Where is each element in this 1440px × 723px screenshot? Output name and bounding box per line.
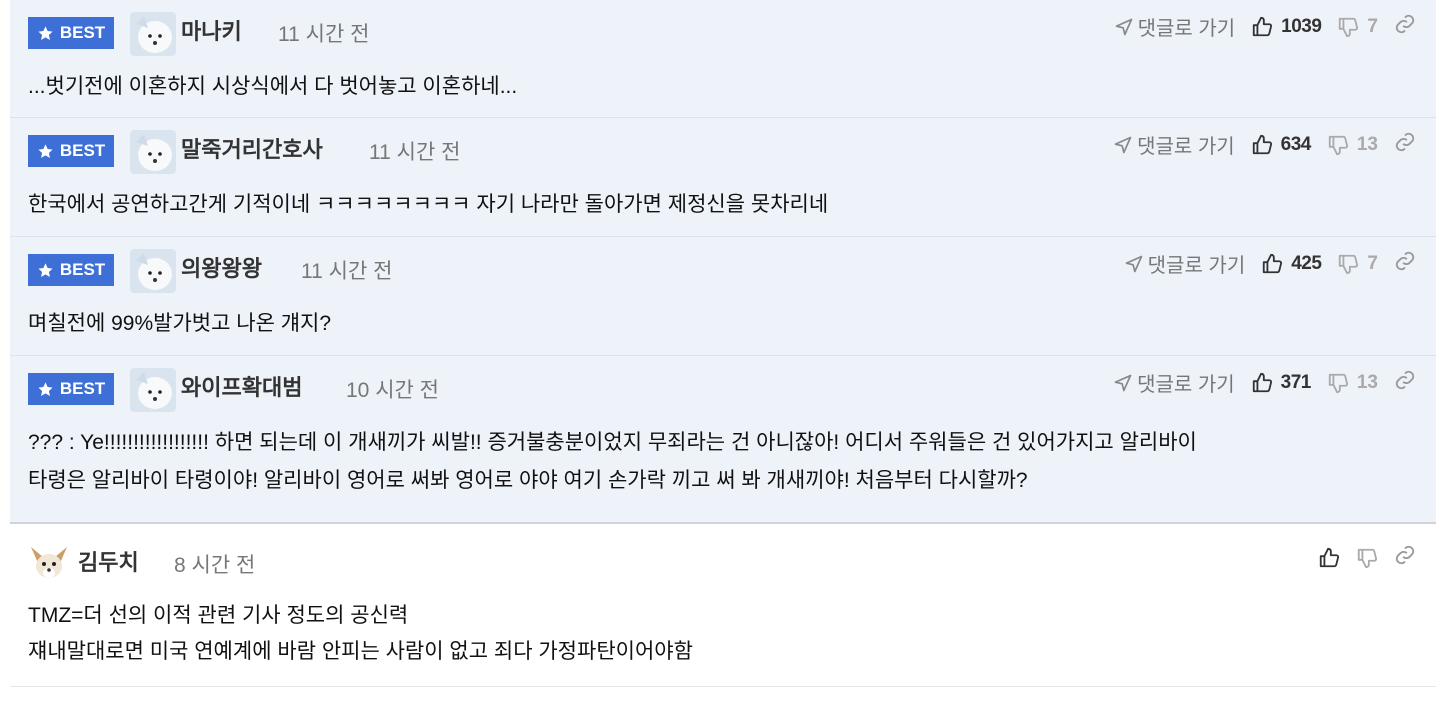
goto-reply-link[interactable]: 댓글로 가기	[1113, 130, 1235, 159]
comment-actions: 댓글로 가기 425 7	[1124, 249, 1416, 278]
upvote-button[interactable]	[1318, 547, 1340, 569]
thumbs-up-icon	[1252, 372, 1272, 392]
upvote-button[interactable]: 371	[1251, 372, 1311, 394]
comment-list: BEST 마나키 11 시간 전 댓글로 가기 1039 7 ...벗기전에 이…	[10, 0, 1436, 687]
link-icon	[1395, 14, 1415, 33]
downvote-button[interactable]: 13	[1327, 372, 1378, 394]
link-icon	[1395, 251, 1415, 270]
star-icon	[38, 143, 53, 158]
author-name[interactable]: 말죽거리간호사	[181, 132, 323, 164]
downvote-count: 7	[1367, 252, 1378, 274]
avatar[interactable]	[130, 130, 176, 174]
comment-time: 11 시간 전	[278, 23, 370, 46]
comment-text: 며칠전에 99%발가벗고 나온 걔지?	[28, 312, 332, 335]
best-badge: BEST	[28, 17, 114, 49]
permalink-button[interactable]	[1394, 131, 1416, 159]
send-arrow-icon	[1115, 18, 1132, 35]
goto-reply-link[interactable]: 댓글로 가기	[1114, 12, 1235, 41]
comment-actions	[1318, 544, 1416, 572]
comment-actions: 댓글로 가기 371 13	[1113, 368, 1416, 397]
link-icon	[1395, 370, 1415, 389]
best-comment: BEST 와이프확대범 10 시간 전 댓글로 가기 371 13 ???: …	[10, 356, 1436, 522]
avatar[interactable]	[130, 368, 176, 412]
permalink-button[interactable]	[1394, 250, 1416, 278]
downvote-count: 7	[1367, 15, 1378, 37]
permalink-button[interactable]	[1394, 369, 1416, 397]
downvote-button[interactable]	[1356, 547, 1378, 569]
author-name[interactable]: 와이프확대범	[181, 370, 302, 402]
comment-time: 11 시간 전	[301, 260, 393, 283]
thumbs-up-icon	[1263, 253, 1283, 273]
best-comment: BEST 말죽거리간호사 11 시간 전 댓글로 가기 634 13 한국에서 …	[10, 118, 1436, 237]
send-arrow-icon	[1114, 136, 1132, 153]
upvote-count: 371	[1280, 371, 1312, 393]
comment-time: 8 시간 전	[174, 554, 256, 577]
link-icon	[1395, 545, 1415, 565]
author-name[interactable]: 김두치	[78, 545, 139, 577]
downvote-button[interactable]: 7	[1337, 253, 1378, 275]
comment-text: TMZ=더 선의 이적 관련 기사 정도의 공신력 쟤내말대로면 미국 연예계에…	[28, 604, 693, 663]
thumbs-down-icon	[1328, 373, 1348, 393]
author-name[interactable]: 의왕왕왕	[181, 251, 262, 283]
comment-text: ...벗기전에 이혼하지 시상식에서 다 벗어놓고 이혼하네...	[28, 75, 518, 98]
thumbs-up-icon	[1319, 547, 1340, 568]
star-icon	[38, 25, 53, 40]
avatar[interactable]	[28, 541, 70, 583]
best-comment: BEST 의왕왕왕 11 시간 전 댓글로 가기 425 7 며칠전에 99%발…	[10, 237, 1436, 356]
avatar[interactable]	[130, 249, 176, 293]
goto-reply-link[interactable]: 댓글로 가기	[1113, 368, 1235, 397]
best-comments-group: BEST 마나키 11 시간 전 댓글로 가기 1039 7 ...벗기전에 이…	[10, 0, 1436, 524]
upvote-count: 1039	[1281, 15, 1322, 37]
comment-actions: 댓글로 가기 634 13	[1113, 130, 1416, 159]
thumbs-down-icon	[1357, 548, 1378, 569]
goto-reply-link[interactable]: 댓글로 가기	[1124, 249, 1245, 278]
upvote-button[interactable]: 425	[1261, 252, 1322, 275]
send-arrow-icon	[1114, 374, 1132, 391]
thumbs-up-icon	[1252, 16, 1273, 36]
downvote-count: 13	[1356, 133, 1378, 155]
avatar[interactable]	[130, 12, 176, 56]
downvote-button[interactable]: 7	[1337, 16, 1378, 38]
permalink-button[interactable]	[1394, 13, 1416, 41]
thumbs-down-icon	[1339, 17, 1359, 37]
best-badge: BEST	[28, 373, 114, 405]
downvote-button[interactable]: 13	[1327, 134, 1378, 156]
permalink-button[interactable]	[1394, 544, 1416, 572]
downvote-count: 13	[1356, 371, 1378, 393]
thumbs-down-icon	[1339, 254, 1359, 274]
comment-text: 한국에서 공연하고간게 기적이네 ㅋㅋㅋㅋㅋㅋㅋㅋ 자기 나라만 돌아가면 제정…	[28, 193, 829, 216]
star-icon	[38, 262, 53, 277]
thumbs-up-icon	[1252, 134, 1272, 154]
send-arrow-icon	[1125, 255, 1142, 272]
star-icon	[38, 381, 53, 396]
comment-time: 11 시간 전	[369, 141, 461, 164]
upvote-button[interactable]: 634	[1251, 134, 1311, 156]
thumbs-down-icon	[1328, 135, 1348, 155]
comment-time: 10 시간 전	[346, 379, 439, 402]
comment: 김두치 8 시간 전 TMZ=더 선의 이적 관련 기사 정도의 공신력 쟤내말…	[10, 524, 1436, 687]
author-name[interactable]: 마나키	[181, 14, 242, 46]
best-badge: BEST	[28, 135, 114, 167]
upvote-button[interactable]: 1039	[1251, 15, 1322, 38]
upvote-count: 425	[1291, 252, 1322, 274]
comment-actions: 댓글로 가기 1039 7	[1114, 12, 1416, 41]
best-badge: BEST	[28, 254, 114, 286]
link-icon	[1395, 132, 1415, 151]
best-comment: BEST 마나키 11 시간 전 댓글로 가기 1039 7 ...벗기전에 이…	[10, 0, 1436, 118]
comment-text: ??? : Ye!!!!!!!!!!!!!!!!!! 하면 되는데 이 개새끼가…	[28, 431, 1197, 492]
upvote-count: 634	[1280, 133, 1312, 155]
